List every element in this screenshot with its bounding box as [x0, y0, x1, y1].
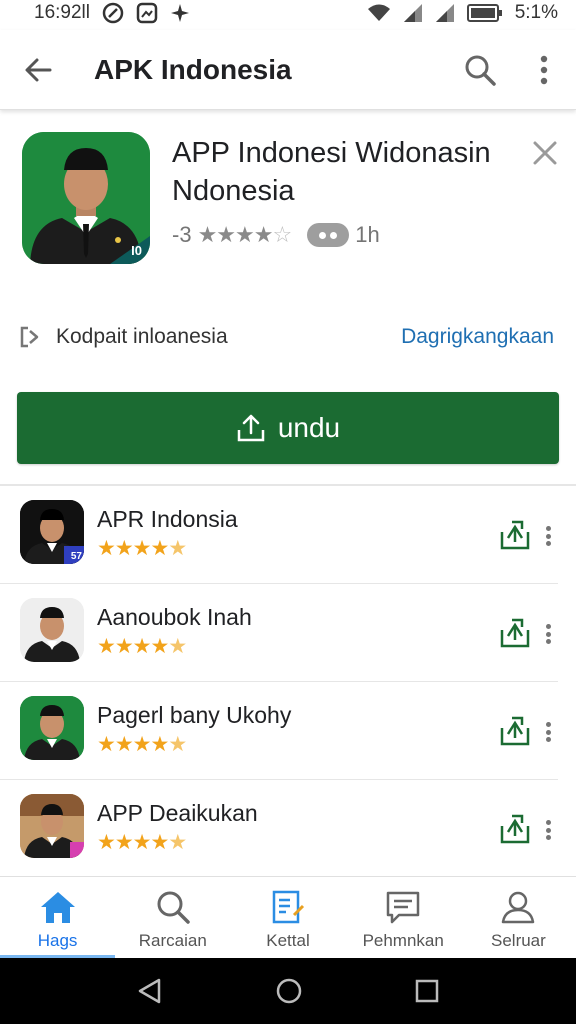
- bottom-navigation: Hags Rarcaian Kettal Pehmnkan Selruar: [0, 876, 576, 958]
- app-rating: ★★★★★: [97, 831, 187, 854]
- share-download-icon[interactable]: [498, 714, 532, 748]
- close-button[interactable]: [530, 138, 560, 168]
- nav-item-home[interactable]: Hags: [0, 877, 116, 958]
- item-more-button[interactable]: [540, 522, 556, 550]
- app-thumbnail: [20, 794, 84, 858]
- developer-link[interactable]: Dagrigkangkaan: [401, 325, 554, 349]
- app-icon-badge: I0: [131, 243, 142, 258]
- person-portrait-icon: [20, 598, 84, 662]
- app-name: Aanoubok Inah: [97, 604, 252, 630]
- signal-icon-2: [435, 3, 455, 23]
- signal-icon: [403, 3, 423, 23]
- install-button[interactable]: undu: [17, 392, 559, 464]
- search-icon: [157, 891, 190, 924]
- search-icon: [465, 55, 496, 86]
- rating-stars: ★★★★☆: [197, 222, 293, 247]
- notes-icon: [272, 890, 305, 924]
- share-download-icon[interactable]: [498, 616, 532, 650]
- install-label: undu: [277, 412, 341, 443]
- thumb-badge: 57: [70, 551, 82, 562]
- home-icon: [40, 892, 75, 923]
- wifi-icon: [367, 3, 391, 23]
- more-vert-icon: [540, 55, 548, 84]
- nav-item-search[interactable]: Rarcaian: [115, 877, 230, 958]
- nav-item-notes[interactable]: Kettal: [230, 877, 345, 958]
- overflow-menu-button[interactable]: [512, 30, 576, 110]
- gallery-notification-icon: [136, 2, 158, 24]
- nav-label: Kettal: [266, 931, 310, 950]
- back-button[interactable]: [0, 30, 76, 110]
- list-item[interactable]: Aanoubok Inah ★★★★★: [0, 584, 558, 682]
- open-external-icon: [20, 326, 39, 348]
- person-icon: [502, 891, 535, 924]
- meta-time: 1h: [355, 222, 380, 247]
- rating-prefix: -3: [172, 222, 192, 247]
- app-name: APP Deaikukan: [97, 800, 258, 826]
- app-name: Pagerl bany Ukohy: [97, 702, 292, 728]
- app-header: I0 APP Indonesi Widonasin Ndonesia -3 ★★…: [0, 118, 576, 288]
- app-name: APR Indonsia: [97, 506, 238, 532]
- arrow-back-icon: [25, 58, 52, 81]
- recents-square-icon[interactable]: [415, 979, 439, 1003]
- item-more-button[interactable]: [540, 816, 556, 844]
- chat-icon: [386, 891, 420, 924]
- back-triangle-icon[interactable]: [137, 978, 163, 1004]
- nav-label: Selruar: [491, 931, 546, 950]
- app-meta: -3 ★★★★☆ 1h: [172, 222, 380, 248]
- battery-icon: [466, 3, 503, 23]
- person-portrait-icon: [20, 696, 84, 760]
- sparkle-icon: [170, 3, 190, 23]
- person-portrait-icon: [20, 794, 84, 858]
- item-more-button[interactable]: [540, 620, 556, 648]
- list-item[interactable]: 57 APR Indonsia ★★★★★: [0, 486, 558, 584]
- status-bar: 16:92ll 5:1%: [0, 0, 576, 26]
- status-time: 16:92ll: [34, 2, 90, 23]
- nav-label: Hags: [37, 931, 78, 950]
- developer-name: Kodpait inloanesia: [56, 325, 228, 348]
- app-rating: ★★★★★: [97, 733, 187, 756]
- share-download-icon[interactable]: [498, 518, 532, 552]
- app-thumbnail: [20, 598, 84, 662]
- home-circle-icon[interactable]: [276, 978, 302, 1004]
- nav-item-profile[interactable]: Selruar: [461, 877, 576, 958]
- nfc-icon: [102, 2, 124, 24]
- app-thumbnail: [20, 696, 84, 760]
- battery-percent: 5:1%: [514, 2, 558, 23]
- app-thumbnail: 57: [20, 500, 84, 564]
- app-list: 57 APR Indonsia ★★★★★ Aanoubok Inah ★★★★…: [0, 486, 576, 878]
- app-title: APP Indonesi Widonasin Ndonesia: [172, 137, 491, 207]
- app-bar: APK Indonesia: [0, 30, 576, 110]
- nav-label: Rarcaian: [138, 931, 207, 950]
- app-rating: ★★★★★: [97, 537, 187, 560]
- search-button[interactable]: [448, 30, 512, 110]
- list-item[interactable]: APP Deaikukan ★★★★★: [0, 780, 558, 878]
- share-download-icon[interactable]: [498, 812, 532, 846]
- system-navigation-bar: [0, 958, 576, 1024]
- nav-item-chat[interactable]: Pehmnkan: [346, 877, 461, 958]
- nav-label: Pehmnkan: [362, 931, 444, 950]
- item-more-button[interactable]: [540, 718, 556, 746]
- upload-icon: [237, 414, 265, 442]
- app-icon[interactable]: I0: [22, 132, 150, 264]
- age-rating-badge: [307, 223, 350, 247]
- list-item[interactable]: Pagerl bany Ukohy ★★★★★: [0, 682, 558, 780]
- page-title: APK Indonesia: [94, 53, 292, 85]
- developer-row: Kodpait inloanesia Dagrigkangkaan: [0, 316, 576, 358]
- close-icon: [533, 141, 557, 165]
- app-rating: ★★★★★: [97, 635, 187, 658]
